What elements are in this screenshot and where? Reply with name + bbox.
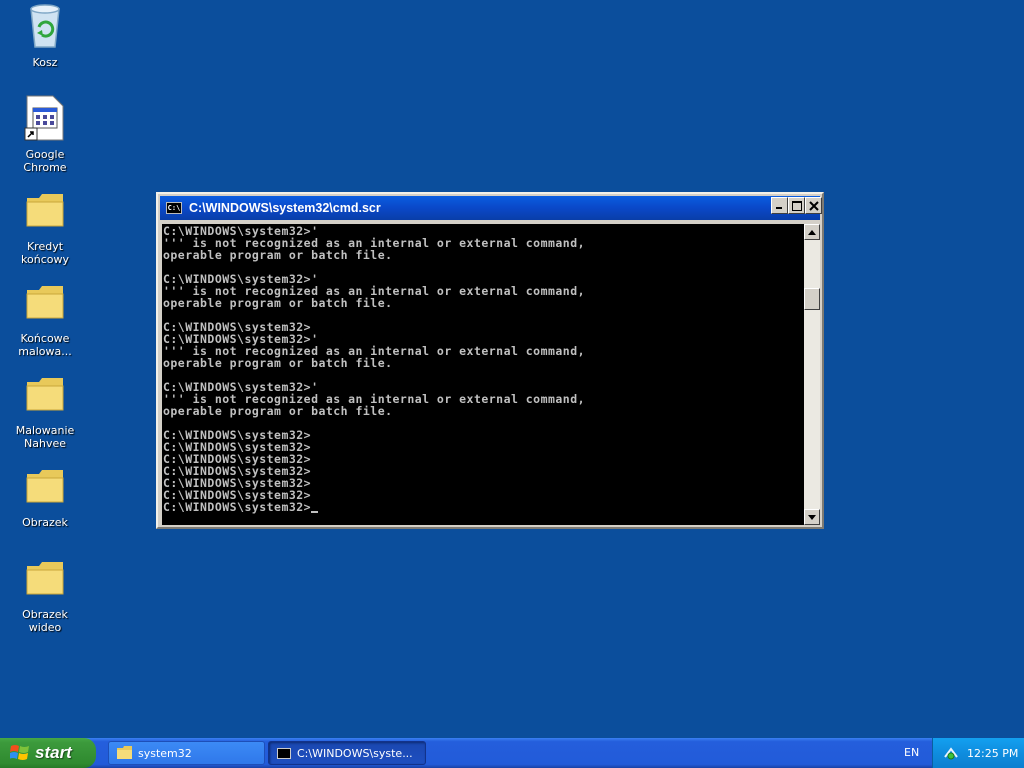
desktop-icon-label: Kredyt końcowy — [21, 240, 69, 266]
folder-icon — [21, 278, 69, 326]
folder-icon — [21, 554, 69, 602]
maximize-icon — [791, 200, 802, 211]
folder-icon — [21, 370, 69, 418]
window-titlebar[interactable]: C:\ C:\WINDOWS\system32\cmd.scr — [160, 196, 820, 220]
desktop-icon-label: Malowanie Nahvee — [15, 424, 75, 450]
clock[interactable]: 12:25 PM — [967, 747, 1018, 760]
maximize-button[interactable] — [788, 197, 805, 214]
recycle-bin-icon — [21, 2, 69, 50]
desktop-icon-kredyt-koncowy[interactable]: Kredyt końcowy — [4, 186, 86, 266]
desktop-icon-label: Obrazek — [22, 516, 68, 529]
console-text: C:\WINDOWS\system32>' ''' is not recogni… — [163, 224, 586, 514]
taskbar-button-system32[interactable]: system32 — [108, 741, 265, 765]
minimize-icon — [776, 207, 782, 209]
text-cursor — [311, 511, 319, 513]
folder-icon — [21, 186, 69, 234]
console-output[interactable]: C:\WINDOWS\system32>' ''' is not recogni… — [162, 224, 804, 525]
start-button[interactable]: start — [0, 738, 96, 768]
minimize-button[interactable] — [771, 197, 788, 214]
network-icon[interactable] — [943, 745, 959, 761]
cmd-icon: C:\ — [166, 202, 182, 214]
desktop-icon-koncowe-malowa[interactable]: Końcowe malowa... — [4, 278, 86, 358]
desktop-icon-label: Google Chrome — [23, 148, 67, 174]
desktop-icon-label: Końcowe malowa... — [18, 332, 72, 358]
desktop-icon-recycle-bin[interactable]: Kosz — [4, 2, 86, 69]
arrow-down-icon — [808, 514, 816, 520]
scroll-down-button[interactable] — [804, 509, 820, 525]
desktop-icon-google-chrome[interactable]: Google Chrome — [4, 94, 86, 174]
taskbar: start system32 C:\WINDOWS\syste... EN 12… — [0, 738, 1024, 768]
arrow-up-icon — [808, 229, 816, 235]
desktop-icon-obrazek[interactable]: Obrazek — [4, 462, 86, 529]
shortcut-icon — [21, 94, 69, 142]
cmd-icon — [277, 747, 291, 759]
vertical-scrollbar[interactable] — [804, 224, 820, 525]
cmd-window[interactable]: C:\ C:\WINDOWS\system32\cmd.scr C:\WINDO… — [156, 192, 824, 529]
desktop-icon-label: Obrazek wideo — [22, 608, 68, 634]
taskbar-button-label: C:\WINDOWS\syste... — [297, 746, 413, 760]
start-label: start — [35, 743, 72, 762]
close-button[interactable] — [805, 197, 822, 214]
close-icon — [808, 200, 819, 211]
scroll-up-button[interactable] — [804, 224, 820, 240]
windows-logo-icon — [10, 745, 29, 760]
folder-icon — [117, 746, 132, 759]
folder-icon — [21, 462, 69, 510]
taskbar-button-cmd[interactable]: C:\WINDOWS\syste... — [268, 741, 426, 765]
scroll-thumb[interactable] — [804, 288, 820, 310]
system-tray: 12:25 PM — [932, 738, 1024, 768]
window-title: C:\WINDOWS\system32\cmd.scr — [189, 201, 381, 215]
desktop-icon-label: Kosz — [32, 56, 58, 69]
desktop-icon-malowanie-nahvee[interactable]: Malowanie Nahvee — [4, 370, 86, 450]
taskbar-button-label: system32 — [138, 746, 192, 760]
language-indicator[interactable]: EN — [904, 746, 919, 759]
desktop-icon-obrazek-wideo[interactable]: Obrazek wideo — [4, 554, 86, 634]
